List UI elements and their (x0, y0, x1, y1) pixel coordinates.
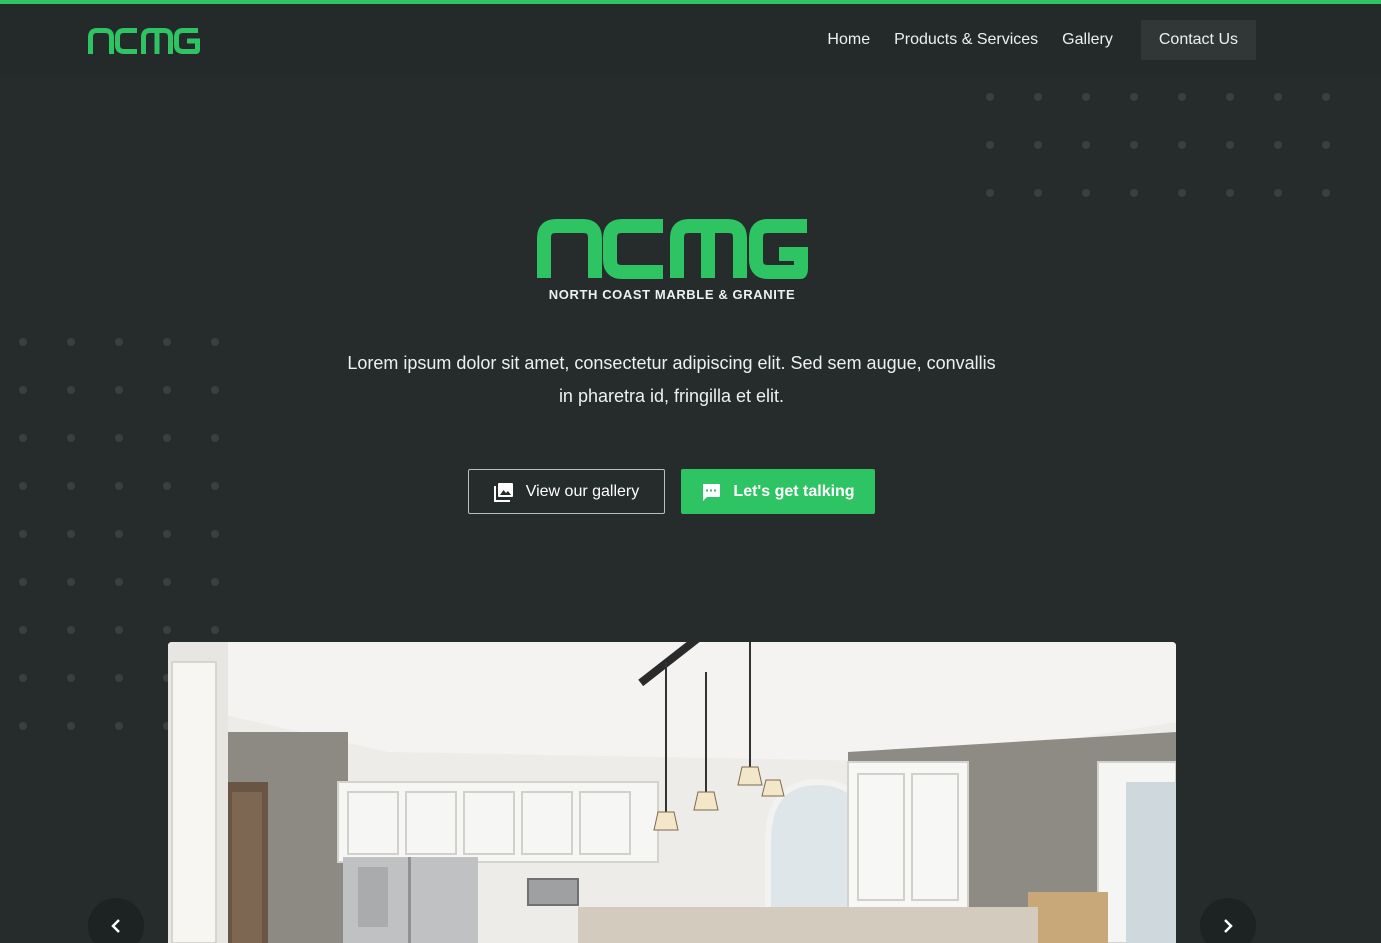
lets-get-talking-button[interactable]: Let's get talking (681, 469, 875, 514)
brand-full-name: NORTH COAST MARBLE & GRANITE (549, 287, 795, 302)
chat-bubble-icon (703, 483, 721, 501)
hero-logo: NORTH COAST MARBLE & GRANITE (537, 219, 808, 302)
view-gallery-button[interactable]: View our gallery (468, 469, 665, 514)
carousel-image (168, 642, 1176, 943)
carousel-prev-button[interactable] (88, 898, 144, 943)
nav-link-products-services[interactable]: Products & Services (894, 31, 1038, 49)
carousel-next-button[interactable] (1200, 898, 1256, 943)
nav-link-home[interactable]: Home (827, 31, 870, 49)
nav-menu: Home Products & Services Gallery Contact… (827, 20, 1256, 60)
view-gallery-label: View our gallery (525, 482, 640, 500)
hero-description: Lorem ipsum dolor sit amet, consectetur … (347, 353, 996, 406)
navbar: Home Products & Services Gallery Contact… (0, 4, 1381, 76)
nav-logo[interactable] (88, 28, 200, 54)
lets-get-talking-label: Let's get talking (733, 482, 855, 500)
decorative-dot-grid-top-right (984, 90, 1334, 200)
image-gallery-icon (493, 482, 513, 502)
chevron-left-icon (111, 919, 120, 933)
contact-us-button[interactable]: Contact Us (1140, 20, 1256, 60)
nav-link-gallery[interactable]: Gallery (1062, 31, 1113, 49)
chevron-right-icon (1224, 919, 1233, 933)
